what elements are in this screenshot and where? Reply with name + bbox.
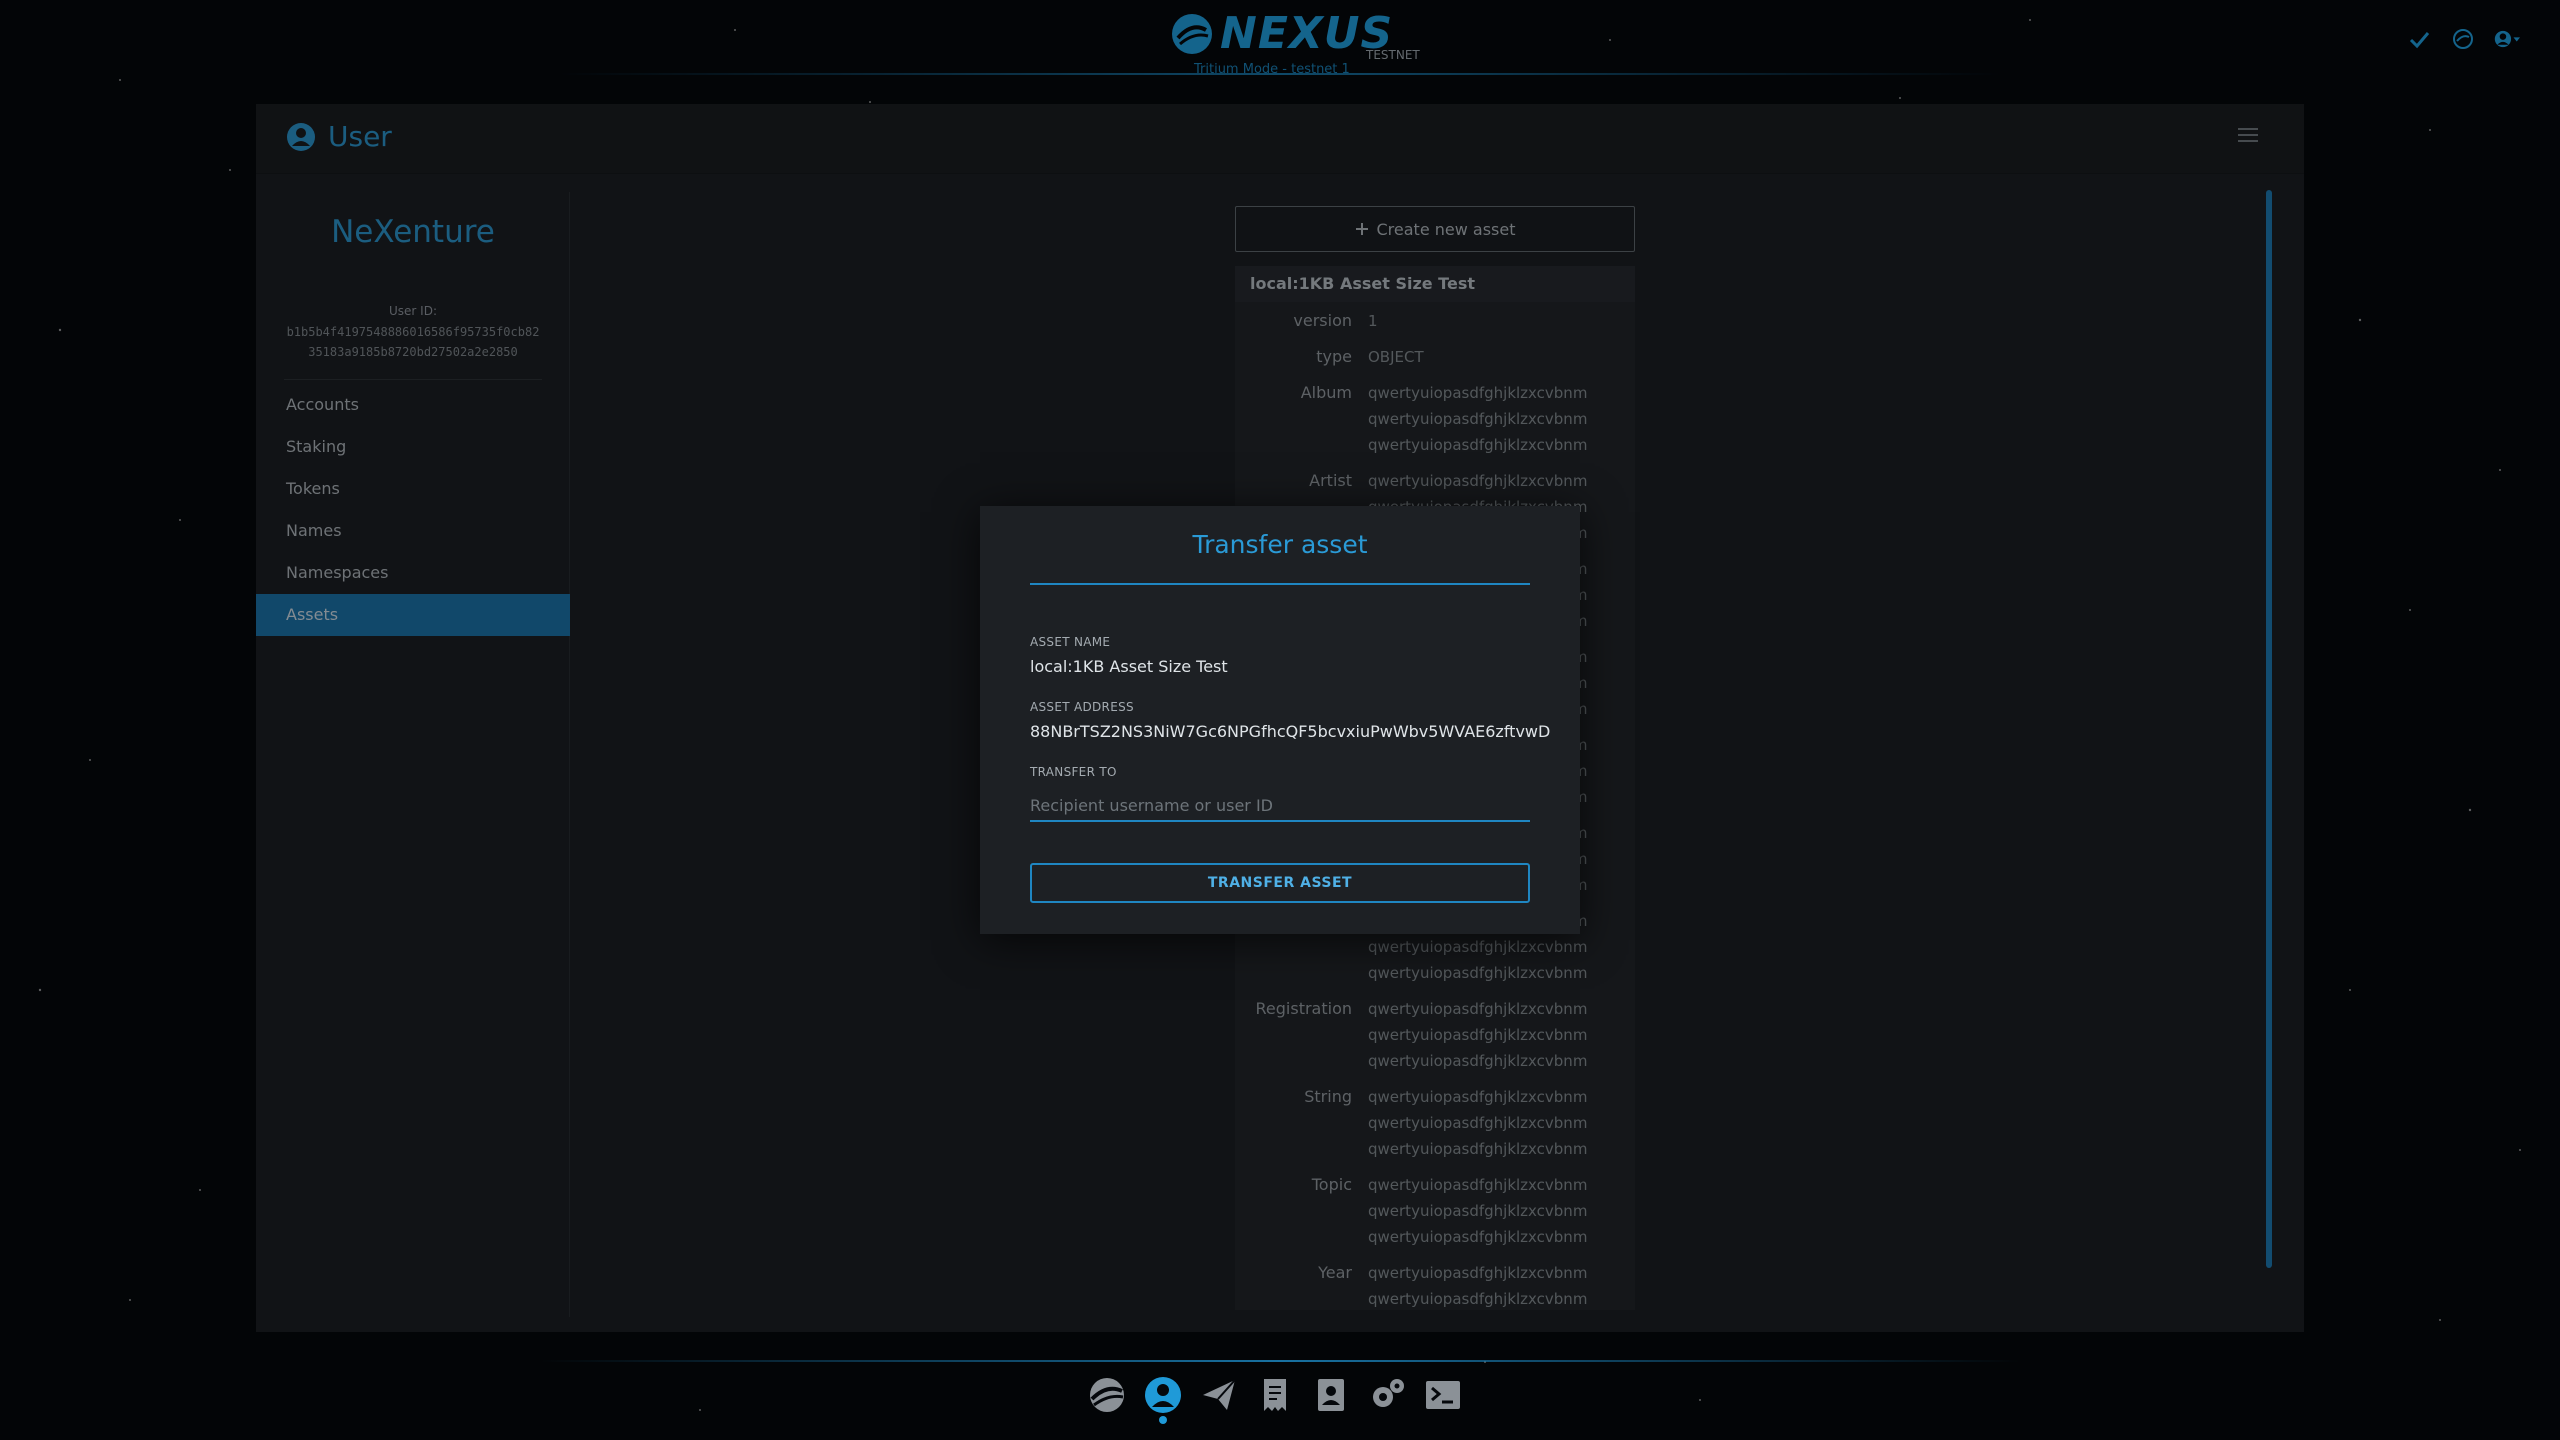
terminal-icon[interactable] — [1424, 1376, 1462, 1420]
asset-name-value: local:1KB Asset Size Test — [1030, 657, 1228, 676]
modal-title: Transfer asset — [1192, 530, 1368, 559]
settings-icon[interactable] — [1368, 1376, 1406, 1420]
transfer-to-input[interactable] — [1030, 786, 1530, 822]
modal-title-divider — [1030, 583, 1530, 585]
asset-address-value: 88NBrTSZ2NS3NiW7Gc6NPGfhcQF5bcvxiuPwWbv5… — [1030, 722, 1551, 741]
overview-icon[interactable] — [1088, 1376, 1126, 1420]
transfer-to-label: TRANSFER TO — [1030, 765, 1117, 779]
transactions-icon[interactable] — [1256, 1376, 1294, 1420]
send-icon[interactable] — [1200, 1376, 1238, 1420]
address-book-icon[interactable] — [1312, 1376, 1350, 1420]
asset-name-label: ASSET NAME — [1030, 635, 1111, 649]
transfer-asset-modal: Transfer asset ASSET NAME local:1KB Asse… — [980, 506, 1580, 934]
bottom-navigation — [1088, 1376, 1462, 1424]
user-icon[interactable] — [1144, 1376, 1182, 1424]
footer-divider — [540, 1360, 2020, 1362]
transfer-asset-button[interactable]: TRANSFER ASSET — [1030, 863, 1530, 903]
asset-address-label: ASSET ADDRESS — [1030, 700, 1134, 714]
